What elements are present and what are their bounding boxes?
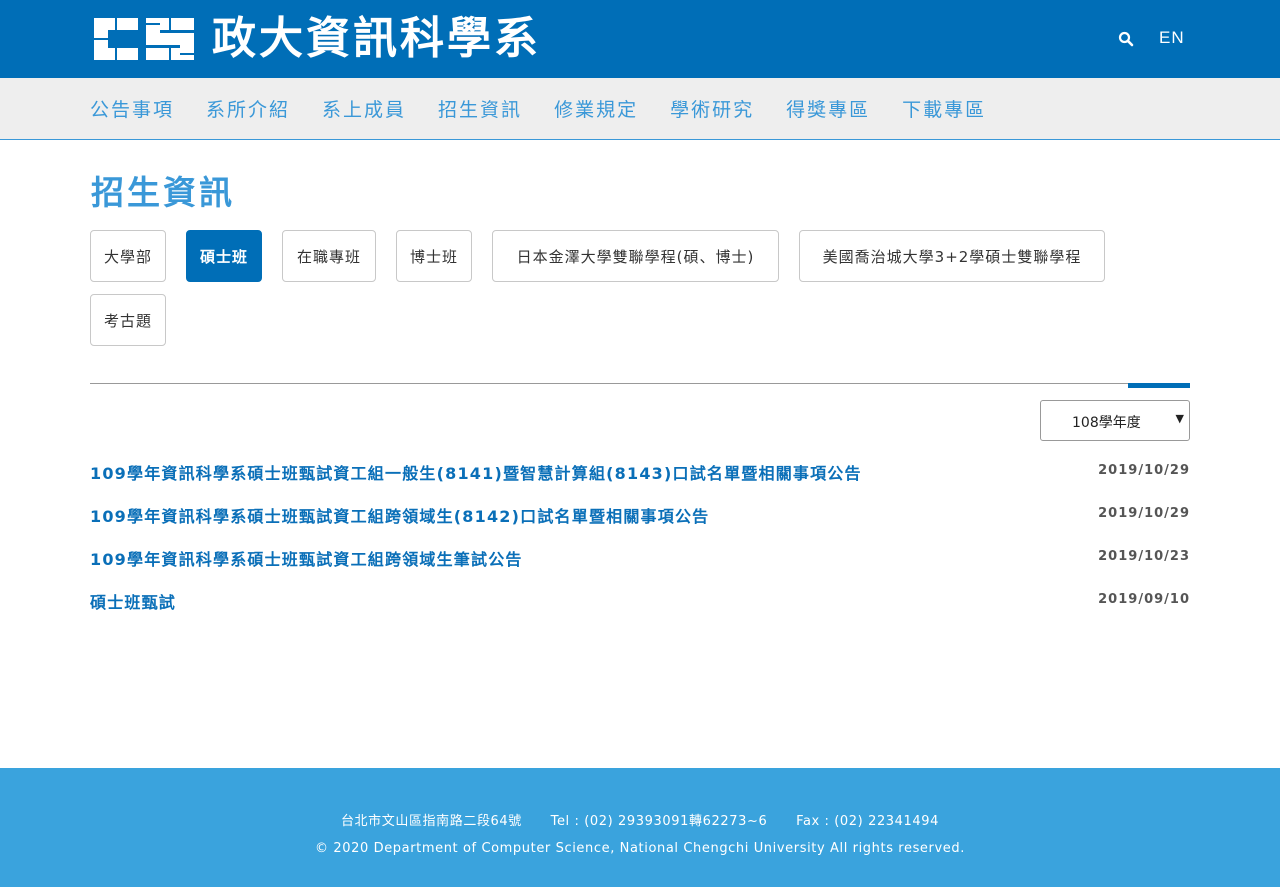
footer-copyright: © 2020 Department of Computer Science, N… <box>315 841 965 856</box>
site-footer: 台北市文山區指南路二段64號 Tel : (02) 29393091轉62273… <box>0 768 1280 887</box>
footer-tel: Tel : (02) 29393091轉62273~6 <box>550 814 768 829</box>
footer-address: 台北市文山區指南路二段64號 <box>340 814 522 829</box>
news-date: 2019/09/10 <box>1098 592 1190 607</box>
tab-phd[interactable]: 博士班 <box>396 230 472 282</box>
search-icon[interactable] <box>1117 30 1137 50</box>
main-navigation: 公告事項 系所介紹 系上成員 招生資訊 修業規定 學術研究 得獎專區 下載專區 <box>0 78 1280 140</box>
news-item: 碩士班甄試 2019/09/10 <box>90 589 1190 613</box>
tab-past-exams[interactable]: 考古題 <box>90 294 166 346</box>
nav-item-downloads[interactable]: 下載專區 <box>902 95 986 122</box>
page-title: 招生資訊 <box>91 173 235 212</box>
news-date: 2019/10/29 <box>1098 463 1190 478</box>
news-item: 109學年資訊科學系碩士班甄試資工組跨領域生(8142)口試名單暨相關事項公告 … <box>90 503 1190 527</box>
year-select-value: 108學年度 <box>1072 415 1141 431</box>
news-date: 2019/10/29 <box>1098 506 1190 521</box>
nav-item-awards[interactable]: 得獎專區 <box>786 95 870 122</box>
site-logo[interactable]: 政大資訊科學系 <box>90 12 541 66</box>
news-item: 109學年資訊科學系碩士班甄試資工組一般生(8141)暨智慧計算組(8143)口… <box>90 460 1190 484</box>
footer-fax: Fax : (02) 22341494 <box>796 814 940 829</box>
news-title-link[interactable]: 109學年資訊科學系碩士班甄試資工組一般生(8141)暨智慧計算組(8143)口… <box>90 460 862 484</box>
tab-masters[interactable]: 碩士班 <box>186 230 262 282</box>
tab-inservice[interactable]: 在職專班 <box>282 230 376 282</box>
year-select[interactable]: 108學年度 ▼ <box>1040 400 1190 441</box>
nav-item-about[interactable]: 系所介紹 <box>206 95 290 122</box>
top-header: 政大資訊科學系 EN <box>0 0 1280 78</box>
tab-kanazawa-dual-degree[interactable]: 日本金澤大學雙聯學程(碩、博士) <box>492 230 779 282</box>
content-divider <box>90 383 1190 384</box>
tab-undergraduate[interactable]: 大學部 <box>90 230 166 282</box>
nav-item-research[interactable]: 學術研究 <box>670 95 754 122</box>
news-title-link[interactable]: 碩士班甄試 <box>90 589 176 613</box>
tab-georgetown-dual-degree[interactable]: 美國喬治城大學3+2學碩士雙聯學程 <box>799 230 1105 282</box>
footer-contact: 台北市文山區指南路二段64號 Tel : (02) 29393091轉62273… <box>0 810 1280 829</box>
nav-item-announcements[interactable]: 公告事項 <box>90 95 174 122</box>
news-date: 2019/10/23 <box>1098 549 1190 564</box>
nav-item-regulations[interactable]: 修業規定 <box>554 95 638 122</box>
news-item: 109學年資訊科學系碩士班甄試資工組跨領域生筆試公告 2019/10/23 <box>90 546 1190 570</box>
chevron-down-icon: ▼ <box>1175 412 1184 425</box>
news-title-link[interactable]: 109學年資訊科學系碩士班甄試資工組跨領域生(8142)口試名單暨相關事項公告 <box>90 503 709 527</box>
cs-logo-mark <box>90 12 198 66</box>
news-title-link[interactable]: 109學年資訊科學系碩士班甄試資工組跨領域生筆試公告 <box>90 546 523 570</box>
divider-accent <box>1128 383 1190 388</box>
nav-item-members[interactable]: 系上成員 <box>322 95 406 122</box>
language-switch-link[interactable]: EN <box>1159 28 1185 48</box>
site-title: 政大資訊科學系 <box>212 13 541 64</box>
nav-item-admissions[interactable]: 招生資訊 <box>438 95 522 122</box>
